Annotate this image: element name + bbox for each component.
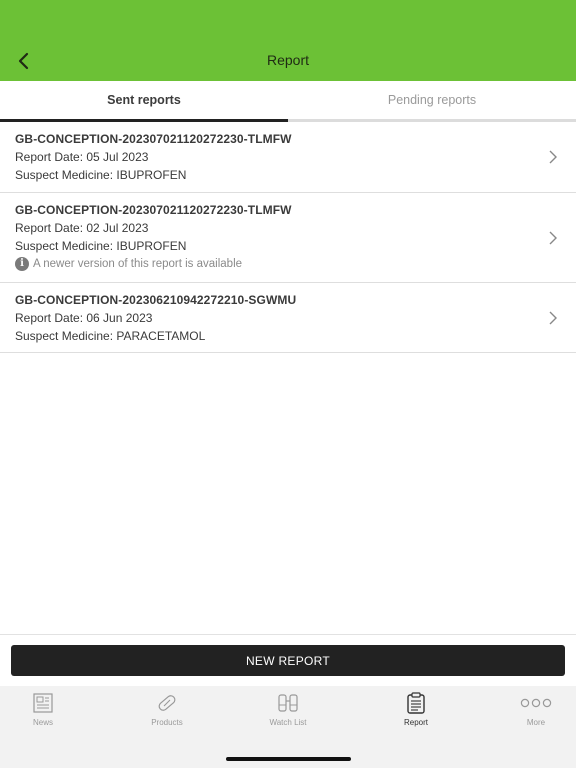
- bottom-tab-bar: News Products Watch List Report More: [0, 686, 576, 768]
- tabbar-item-watch-list[interactable]: Watch List: [238, 692, 338, 732]
- report-row[interactable]: GB-CONCEPTION-202307021120272230-TLMFW R…: [0, 122, 576, 193]
- report-row[interactable]: GB-CONCEPTION-202306210942272210-SGWMU R…: [0, 283, 576, 353]
- chevron-right-icon: [549, 150, 557, 164]
- report-date: Report Date: 05 Jul 2023: [15, 150, 149, 164]
- report-row[interactable]: GB-CONCEPTION-202307021120272230-TLMFW R…: [0, 193, 576, 283]
- report-date: Report Date: 06 Jun 2023: [15, 311, 153, 325]
- newer-version-note: i A newer version of this report is avai…: [15, 257, 526, 271]
- tab-pending-reports[interactable]: Pending reports: [288, 81, 576, 119]
- tabbar-label: Products: [151, 718, 183, 727]
- report-list: GB-CONCEPTION-202307021120272230-TLMFW R…: [0, 122, 576, 353]
- report-medicine: Suspect Medicine: IBUPROFEN: [15, 239, 187, 253]
- tabbar-item-products[interactable]: Products: [117, 692, 217, 732]
- report-id: GB-CONCEPTION-202306210942272210-SGWMU: [15, 293, 297, 307]
- report-tabs: Sent reports Pending reports: [0, 81, 576, 122]
- tabbar-label: News: [32, 718, 53, 727]
- report-id: GB-CONCEPTION-202307021120272230-TLMFW: [15, 203, 292, 217]
- tab-sent-reports[interactable]: Sent reports: [0, 81, 288, 119]
- tabbar-item-more[interactable]: More: [486, 692, 576, 732]
- tabbar-item-report[interactable]: Report: [366, 692, 466, 732]
- divider: [0, 634, 576, 635]
- pill-icon: [155, 692, 179, 714]
- app-header: Report: [0, 0, 576, 81]
- binoculars-icon: [276, 692, 300, 714]
- report-medicine: Suspect Medicine: IBUPROFEN: [15, 168, 187, 182]
- tabbar-item-news[interactable]: News: [0, 692, 93, 732]
- home-indicator[interactable]: [226, 757, 351, 761]
- clipboard-icon: [404, 692, 428, 714]
- tabbar-label: Report: [403, 718, 428, 727]
- more-dots-icon: [520, 692, 552, 714]
- report-date: Report Date: 02 Jul 2023: [15, 221, 149, 235]
- new-report-button[interactable]: NEW REPORT: [11, 645, 565, 676]
- chevron-right-icon: [549, 231, 557, 245]
- chevron-right-icon: [549, 311, 557, 325]
- newer-version-text: A newer version of this report is availa…: [33, 258, 243, 270]
- tabbar-label: Watch List: [269, 718, 307, 727]
- tabbar-label: More: [526, 718, 546, 727]
- report-id: GB-CONCEPTION-202307021120272230-TLMFW: [15, 132, 292, 146]
- page-title: Report: [266, 52, 310, 68]
- news-icon: [31, 692, 55, 714]
- info-icon: i: [15, 257, 29, 271]
- report-medicine: Suspect Medicine: PARACETAMOL: [15, 329, 206, 343]
